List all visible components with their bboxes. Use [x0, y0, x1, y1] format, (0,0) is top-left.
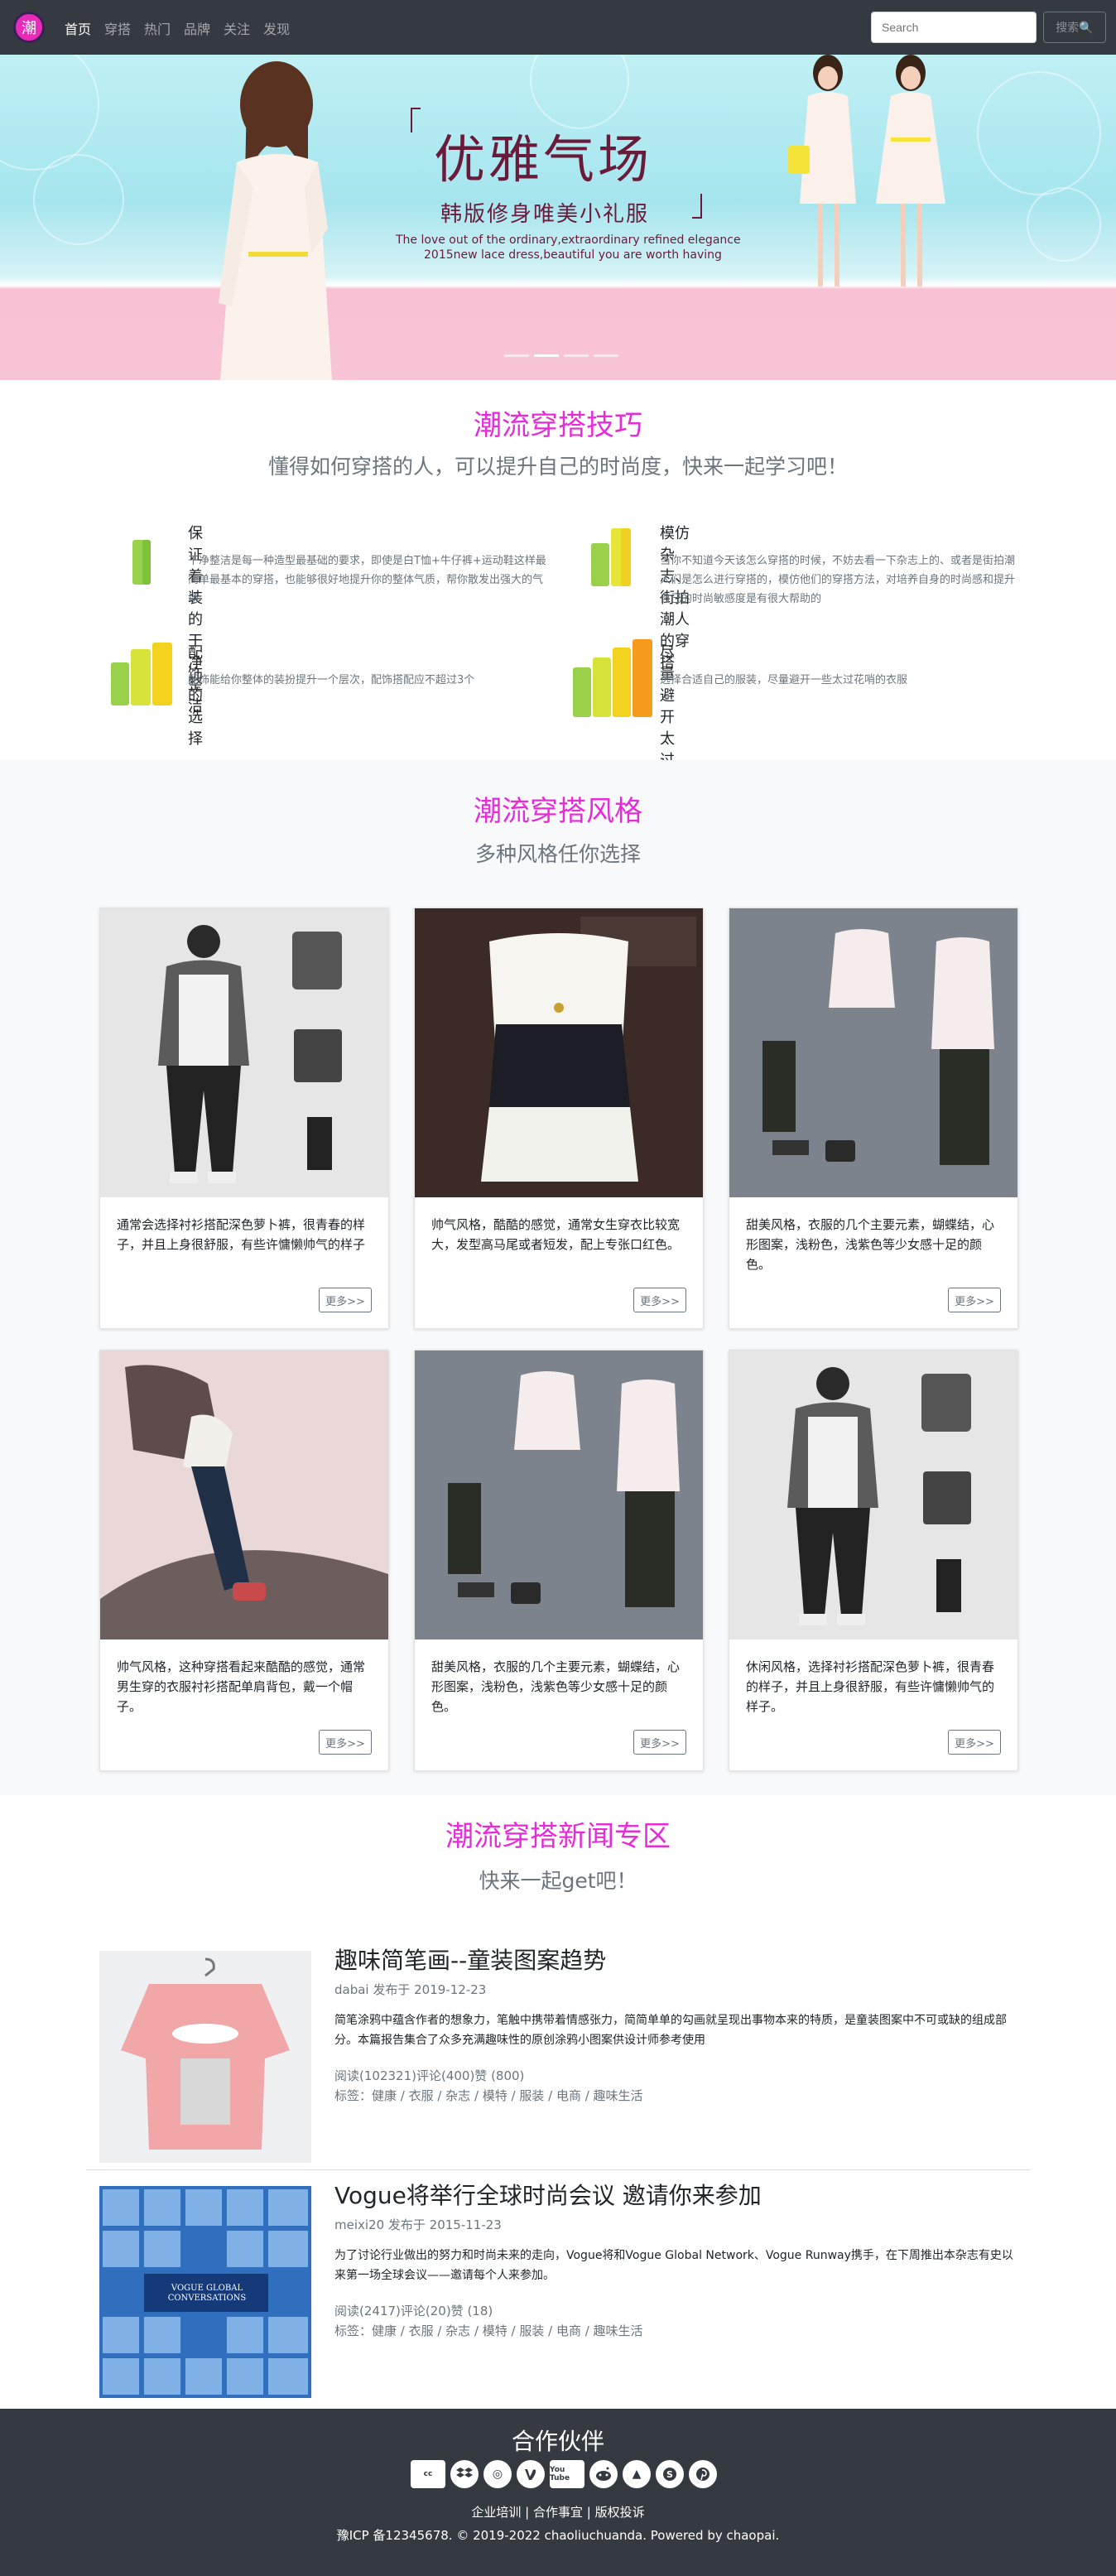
section-lead-news: 快来一起get吧！: [479, 1869, 637, 1893]
style-card: 甜美风格，衣服的几个主要元素，蝴蝶结，心形图案，浅粉色，浅紫色等少女感十足的颜色…: [414, 1350, 704, 1771]
news-meta: dabai 发布于 2019-12-23: [334, 1982, 487, 1997]
feature-text: 配饰能给你整体的装扮提升一个层次，配饰搭配应不超过3个: [188, 674, 475, 686]
style-card: 帅气风格，酷酷的感觉，通常女生穿衣比较宽大，发型高马尾或者短发，配上专张口红色。…: [414, 908, 704, 1329]
vine-icon[interactable]: [517, 2460, 545, 2488]
style-card: 甜美风格，衣服的几个主要元素，蝴蝶结，心形图案，浅粉色，浅紫色等少女感十足的颜色…: [729, 908, 1018, 1329]
style-card: 休闲风格，选择衬衫搭配深色萝卜裤，很青春的样子，并且上身很舒服，有些许慵懒帅气的…: [729, 1350, 1018, 1771]
news-title[interactable]: 趣味简笔画--童装图案趋势: [334, 1943, 606, 1976]
divider: [86, 2169, 1030, 2170]
youtube-icon[interactable]: You Tube: [550, 2460, 584, 2488]
search-input[interactable]: [871, 12, 1037, 43]
style-card-text: 帅气风格，这种穿搭看起来酷酷的感觉，通常男生穿的衣服衬衫搭配单肩背包，戴一个帽子…: [117, 1659, 366, 1714]
news-tags: 标签：健康 / 衣服 / 杂志 / 模特 / 服装 / 电商 / 趣味生活: [334, 2088, 643, 2103]
carousel-indicator[interactable]: [564, 354, 589, 357]
feature-text: 当你不知道今天该怎么穿搭的时候，不妨去看一下杂志上的、或者是街拍潮人们是怎么进行…: [660, 555, 1016, 605]
nav-link-hot[interactable]: 热门: [144, 18, 171, 38]
style-card-text: 休闲风格，选择衬衫搭配深色萝卜裤，很青春的样子，并且上身很舒服，有些许慵懒帅气的…: [746, 1659, 995, 1714]
more-button[interactable]: 更多>>: [319, 1288, 372, 1312]
more-button[interactable]: 更多>>: [948, 1730, 1001, 1755]
section-lead-tips: 懂得如何穿搭的人，可以提升自己的时尚度，快来一起学习吧！: [267, 455, 848, 479]
triangle-icon[interactable]: ▲: [623, 2460, 651, 2488]
pinterest-icon[interactable]: [689, 2460, 717, 2488]
nav-link-home[interactable]: 首页: [65, 18, 91, 38]
section-title-tips: 潮流穿搭技巧: [474, 409, 642, 442]
nav-link-discover[interactable]: 发现: [263, 18, 290, 38]
decor-swirl: [977, 71, 1101, 195]
style-card-text: 帅气风格，酷酷的感觉，通常女生穿衣比较宽大，发型高马尾或者短发，配上专张口红色。: [431, 1217, 681, 1252]
bar-chart-icon: [132, 540, 151, 585]
carousel-indicator[interactable]: [534, 354, 559, 357]
circle-icon[interactable]: ◎: [483, 2460, 512, 2488]
style-card-text: 通常会选择衬衫搭配深色萝卜裤，很青春的样子，并且上身很舒服，有些许慵懒帅气的样子: [117, 1217, 366, 1252]
style-card-image: [415, 908, 703, 1197]
section-title-styles: 潮流穿搭风格: [474, 795, 642, 828]
model-image: [219, 61, 332, 380]
navbar: 潮 首页 穿搭 热门 品牌 关注 发现 搜索🔍: [0, 0, 1116, 55]
style-card-image: [729, 1351, 1017, 1639]
bar-chart-icon: [591, 528, 631, 586]
nav-link-brand[interactable]: 品牌: [184, 18, 210, 38]
news-tags: 标签：健康 / 衣服 / 杂志 / 模特 / 服装 / 电商 / 趣味生活: [334, 2323, 643, 2338]
news-description: 简笔涂鸦中蕴含作者的想象力，笔触中携带着情感张力，简简单单的勾画就呈现出事物本来…: [334, 2014, 1007, 2047]
carousel-indicator[interactable]: [504, 354, 529, 357]
nav-link-follow[interactable]: 关注: [224, 18, 250, 38]
style-card-image: [415, 1351, 703, 1639]
more-button[interactable]: 更多>>: [948, 1288, 1001, 1312]
style-card: 帅气风格，这种穿搭看起来酷酷的感觉，通常男生穿的衣服衬衫搭配单肩背包，戴一个帽子…: [99, 1350, 389, 1771]
models-image: [788, 55, 945, 286]
bar-chart-icon: [573, 639, 652, 717]
hero-carousel[interactable]: 优雅气场 韩版修身唯美小礼服 The love out of the ordin…: [0, 55, 1116, 380]
banner-english-line: The love out of the ordinary,extraordina…: [396, 234, 741, 247]
dropbox-icon[interactable]: [450, 2460, 479, 2488]
nav-link-outfit[interactable]: 穿搭: [104, 18, 131, 38]
more-button[interactable]: 更多>>: [319, 1730, 372, 1755]
section-title-news: 潮流穿搭新闻专区: [445, 1820, 671, 1853]
feature-text: 干净整洁是每一种造型最基础的要求，即使是白T恤+牛仔裤+运动鞋这样最简单最基本的…: [188, 555, 546, 605]
banner-english-line: 2015new lace dress,beautiful you are wor…: [424, 248, 722, 262]
nav-links: 首页 穿搭 热门 品牌 关注 发现: [65, 18, 303, 38]
partner-logos: cc ◎ You Tube ▲ S: [411, 2460, 722, 2488]
decor-swirl: [33, 154, 124, 245]
news-image[interactable]: [99, 1951, 311, 2163]
more-button[interactable]: 更多>>: [633, 1288, 686, 1312]
carousel-indicators: [502, 354, 621, 357]
section-lead-styles: 多种风格任你选择: [474, 842, 641, 866]
news-stats: 阅读(2417)评论(20)赞 (18): [334, 2304, 493, 2318]
news-description: 为了讨论行业做出的努力和时尚未来的走向，Vogue将和Vogue Global …: [334, 2249, 1013, 2282]
style-card-image: [729, 908, 1017, 1197]
feature-text: 选择合适自己的服装，尽量避开一些太过花哨的衣服: [660, 674, 908, 686]
reddit-icon[interactable]: [589, 2460, 618, 2488]
footer: 合作伙伴 cc ◎ You Tube ▲ S 企业培训 | 合作事宜 | 版权投…: [0, 2409, 1116, 2576]
decor-swirl: [0, 55, 99, 171]
footer-title: 合作伙伴: [511, 2428, 604, 2455]
banner-title: 优雅气场: [434, 129, 653, 190]
title-bracket: [411, 108, 421, 132]
news-image-caption: VOGUE GLOBAL CONVERSATIONS: [167, 2284, 247, 2303]
style-card-text: 甜美风格，衣服的几个主要元素，蝴蝶结，心形图案，浅粉色，浅紫色等少女感十足的颜色…: [746, 1217, 995, 1272]
news-title[interactable]: Vogue将举行全球时尚会议 邀请你来参加: [334, 2178, 762, 2211]
footer-links[interactable]: 企业培训 | 合作事宜 | 版权投诉: [0, 2503, 1116, 2521]
brand-logo[interactable]: 潮: [13, 12, 45, 43]
carousel-indicator[interactable]: [594, 354, 618, 357]
news-meta: meixi20 发布于 2015-11-23: [334, 2217, 502, 2232]
news-image[interactable]: VOGUE GLOBAL CONVERSATIONS: [99, 2186, 311, 2398]
feature-heading: 配饰的选择: [188, 644, 203, 748]
style-card-image: [100, 1351, 388, 1639]
more-button[interactable]: 更多>>: [633, 1730, 686, 1755]
news-stats: 阅读(102321)评论(400)赞 (800): [334, 2068, 525, 2083]
style-card-text: 甜美风格，衣服的几个主要元素，蝴蝶结，心形图案，浅粉色，浅紫色等少女感十足的颜色…: [431, 1659, 681, 1714]
style-card-image: [100, 908, 388, 1197]
footer-copyright: 豫ICP 备12345678. © 2019-2022 chaoliuchuan…: [336, 2528, 780, 2543]
svg-text:S: S: [666, 2469, 673, 2480]
decor-swirl: [1027, 187, 1101, 262]
style-card: 通常会选择衬衫搭配深色萝卜裤，很青春的样子，并且上身很舒服，有些许慵懒帅气的样子…: [99, 908, 389, 1329]
cc-icon[interactable]: cc: [411, 2460, 445, 2488]
bar-chart-icon: [111, 643, 172, 705]
banner-subtitle: 韩版修身唯美小礼服: [440, 202, 650, 227]
skype-icon[interactable]: S: [656, 2460, 684, 2488]
search-button[interactable]: 搜索🔍: [1043, 12, 1106, 43]
title-bracket: [692, 194, 702, 219]
